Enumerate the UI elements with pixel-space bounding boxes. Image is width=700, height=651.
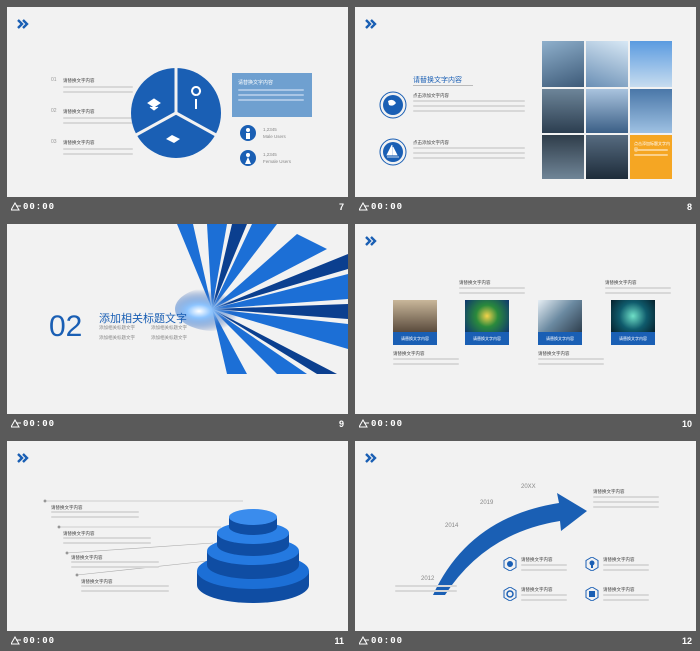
year-label: 2019 (480, 500, 494, 506)
transition-icon (359, 202, 369, 211)
slide-number: 12 (681, 636, 692, 646)
slide-thumbnail-11[interactable]: 请替换文字内容 请替换文字内容 请替换文字内容 请替换文字内容 00:00 11 (7, 441, 348, 651)
photo-card: 请替换文字内容 (538, 300, 582, 345)
transition-icon (359, 636, 369, 645)
handshake-icon (503, 557, 517, 571)
photo-card: 请替换文字内容 (393, 300, 437, 345)
slide-canvas: 请替换文字内容 请替换文字内容 请替换文字内容 请替换文字内容 (7, 441, 348, 631)
slide-number: 8 (686, 202, 692, 212)
double-chevron-icon (365, 453, 377, 463)
slide-canvas: 01 请替换文字内容 02 请替换文字内容 03 请替换文字内容 请替换文字内容 (7, 7, 348, 197)
double-chevron-icon (17, 453, 29, 463)
blue-burst-graphic (175, 224, 348, 374)
double-chevron-icon (365, 236, 377, 246)
slide-timing: 00:00 (23, 419, 56, 429)
slide-status-bar: 00:00 11 (7, 631, 348, 651)
photo-card: 请替换文字内容 (611, 300, 655, 345)
slide-status-bar: 00:00 7 (7, 197, 348, 217)
slide-canvas: 请替换文字内容 点击添加文字内容 点击添加文字内容 点击添加标题文字内容 (355, 7, 696, 197)
section-number: 02 (49, 310, 83, 343)
slide-canvas: 2012 2014 2019 20XX 请替换文字内容 请替换文字内容 请替换文… (355, 441, 696, 631)
slide-thumbnail-10[interactable]: 请替换文字内容 请替换文字内容 请替换文字内容 请替换文字内容 请替换文字内容 … (355, 224, 696, 434)
slide-thumbnail-7[interactable]: 01 请替换文字内容 02 请替换文字内容 03 请替换文字内容 请替换文字内容 (7, 7, 348, 217)
slide-thumbnail-12[interactable]: 2012 2014 2019 20XX 请替换文字内容 请替换文字内容 请替换文… (355, 441, 696, 651)
transition-icon (11, 636, 21, 645)
slide-status-bar: 00:00 12 (355, 631, 696, 651)
year-label: 2014 (445, 523, 459, 529)
transition-icon (11, 202, 21, 211)
growth-arrow (433, 493, 587, 595)
double-chevron-icon (17, 19, 29, 29)
slide-canvas: 02 添加相关标题文字 添加相关标题文字 添加相关标题文字 添加相关标题文字 添… (7, 224, 348, 414)
three-part-circle-diagram (131, 67, 221, 158)
stacked-cylinder-pyramid (197, 509, 309, 603)
slide-thumbnail-9[interactable]: 02 添加相关标题文字 添加相关标题文字 添加相关标题文字 添加相关标题文字 添… (7, 224, 348, 434)
double-chevron-icon (365, 19, 377, 29)
section-title: 添加相关标题文字 (99, 313, 187, 325)
slide-timing: 00:00 (371, 636, 404, 646)
slide-timing: 00:00 (23, 636, 56, 646)
building-photo-grid: 点击添加标题文字内容 (542, 41, 672, 179)
slide-timing: 00:00 (371, 202, 404, 212)
slide-timing: 00:00 (23, 202, 56, 212)
slide-timing: 00:00 (371, 419, 404, 429)
info-panel: 请替换文字内容 (232, 73, 312, 117)
slide-status-bar: 00:00 9 (7, 414, 348, 434)
photo-card: 请替换文字内容 (465, 300, 509, 345)
sailboat-icon (379, 138, 407, 166)
orange-callout: 点击添加标题文字内容 (630, 135, 672, 179)
slide-status-bar: 00:00 8 (355, 197, 696, 217)
male-user-icon (240, 125, 256, 141)
year-label: 20XX (521, 484, 536, 490)
transition-icon (359, 419, 369, 428)
transition-icon (11, 419, 21, 428)
slide-thumbnail-8[interactable]: 请替换文字内容 点击添加文字内容 点击添加文字内容 点击添加标题文字内容 00:… (355, 7, 696, 217)
settings-icon (585, 587, 599, 601)
slide-canvas: 请替换文字内容 请替换文字内容 请替换文字内容 请替换文字内容 请替换文字内容 … (355, 224, 696, 414)
slide-number: 10 (681, 419, 692, 429)
globe-icon (379, 91, 407, 119)
female-user-icon (240, 150, 256, 166)
gear-icon (503, 587, 517, 601)
slide-number: 7 (338, 202, 344, 212)
slide-status-bar: 00:00 10 (355, 414, 696, 434)
slide-number: 9 (338, 419, 344, 429)
slide-number: 11 (334, 636, 344, 646)
year-label: 2012 (421, 576, 435, 582)
lightbulb-icon (585, 557, 599, 571)
